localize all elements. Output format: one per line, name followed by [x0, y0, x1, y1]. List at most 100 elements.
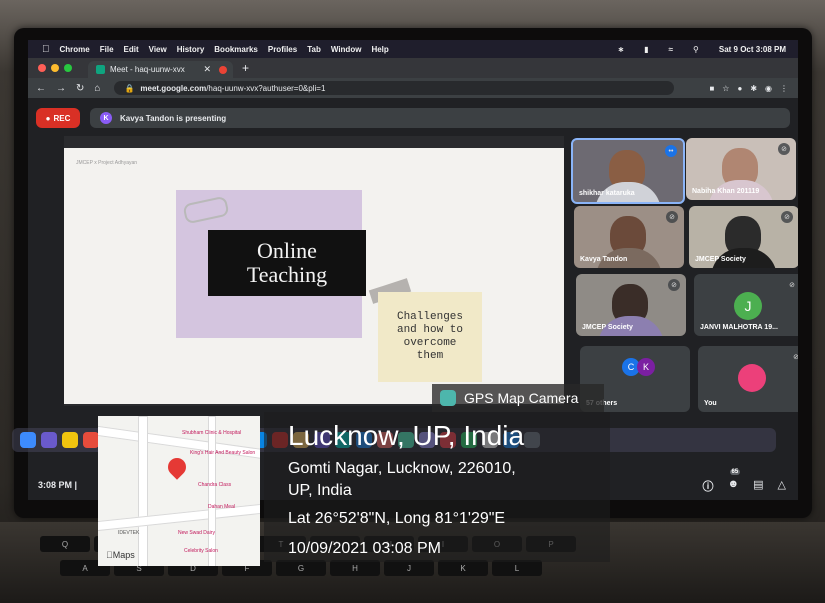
menu-profiles[interactable]: Profiles	[268, 45, 297, 54]
bluetooth-icon[interactable]: ∗	[618, 45, 625, 54]
gps-app-name: GPS Map Camera	[464, 390, 579, 406]
mic-off-icon: ⊘	[778, 143, 790, 155]
participant-name: JMCEP Society	[695, 256, 746, 263]
finder-icon[interactable]	[20, 432, 36, 448]
menu-bookmarks[interactable]: Bookmarks	[214, 45, 258, 54]
minimize-window-button[interactable]	[51, 64, 59, 72]
maps-logo: Maps	[106, 550, 135, 560]
people-icon[interactable]: ☻ 65	[728, 469, 741, 494]
zoom-window-button[interactable]	[64, 64, 72, 72]
wifi-icon[interactable]: ≈	[669, 45, 673, 54]
location-pin-icon	[164, 454, 190, 480]
slide-tag: JMCEP x Project Adhyayan	[76, 160, 138, 166]
menu-edit[interactable]: Edit	[124, 45, 139, 54]
reload-icon[interactable]: ↻	[76, 83, 84, 94]
battery-icon[interactable]: ▮	[644, 45, 648, 54]
record-dot-icon: ●	[45, 113, 51, 123]
key-j: J	[384, 560, 434, 576]
participant-avatar: K	[637, 358, 655, 376]
chat-icon[interactable]: ▤	[753, 478, 763, 494]
key-h: H	[330, 560, 380, 576]
presenting-text: Kavya Tandon is presenting	[120, 113, 227, 123]
participant-tile[interactable]: ⊘ JMCEP Society	[576, 274, 686, 336]
map-road	[138, 416, 148, 566]
key-q: Q	[40, 536, 90, 552]
people-count: 65	[729, 469, 741, 475]
bookmark-star-icon[interactable]: ☆	[722, 84, 729, 93]
menu-tab[interactable]: Tab	[307, 45, 321, 54]
key-l: L	[492, 560, 542, 576]
address-bar[interactable]: 🔒 meet.google.com /haq-uunw-xvx?authuser…	[114, 81, 675, 95]
presenting-banner: K Kavya Tandon is presenting	[90, 108, 790, 128]
home-icon[interactable]: ⌂	[94, 83, 100, 94]
gps-address-line2: UP, India	[288, 482, 352, 499]
map-poi: Celebrity Salon	[184, 548, 218, 554]
browser-toolbar: ← → ↻ ⌂ 🔒 meet.google.com /haq-uunw-xvx?…	[28, 78, 798, 98]
status-icons: ∗ ▮ ≈ ⚲ Sat 9 Oct 3:08 PM	[608, 45, 787, 54]
self-tile[interactable]: ⊘ You	[698, 346, 798, 412]
extension-icons: ■ ☆ ● ✱ ◉ ⋮	[709, 84, 788, 93]
gps-timestamp: 10/09/2021 03:08 PM	[288, 540, 442, 557]
new-tab-button[interactable]: +	[242, 61, 249, 75]
gps-app-label: GPS Map Camera	[432, 384, 604, 412]
map-poi: IDEVTEK	[118, 530, 140, 536]
recording-badge[interactable]: ● REC	[36, 108, 80, 128]
menu-view[interactable]: View	[149, 45, 167, 54]
close-tab-icon[interactable]: ✕	[203, 64, 211, 75]
profile-icon[interactable]: ◉	[765, 84, 772, 93]
activities-icon[interactable]: △	[778, 478, 786, 494]
gps-coordinates: Lat 26°52'8"N, Long 81°1'29"E	[288, 510, 506, 527]
recording-indicator-icon	[219, 65, 227, 74]
launchpad-icon[interactable]	[41, 432, 57, 448]
tab-strip: Meet - haq-uunw-xvx ✕ +	[28, 58, 798, 78]
participant-tile[interactable]: •• shikhar kataruka	[571, 138, 685, 204]
mic-off-icon: ⊘	[790, 351, 798, 363]
participant-name: shikhar kataruka	[579, 190, 635, 197]
presentation-area: JMCEP x Project Adhyayan Online Teaching…	[64, 136, 564, 406]
slide-title-line2: Teaching	[246, 262, 328, 287]
lock-icon[interactable]: 🔒	[124, 84, 134, 93]
note-line: Challenges	[396, 311, 463, 323]
meet-right-controls: ⓘ ☻ 65 ▤ △	[703, 469, 786, 494]
apple-icon[interactable]: 	[42, 44, 50, 55]
participant-name: JANVI MALHOTRA 19...	[700, 324, 778, 331]
participant-tile[interactable]: J ⊘ JANVI MALHOTRA 19...	[694, 274, 798, 336]
participant-name: Kavya Tandon	[580, 256, 628, 263]
extension-icon[interactable]: ●	[737, 84, 742, 93]
info-icon[interactable]: ⓘ	[703, 478, 714, 494]
forward-icon[interactable]: →	[56, 83, 66, 94]
gps-address-line1: Gomti Nagar, Lucknow, 226010,	[288, 460, 516, 477]
back-icon[interactable]: ←	[36, 83, 46, 94]
menu-app-name[interactable]: Chrome	[60, 45, 90, 54]
tab-meet[interactable]: Meet - haq-uunw-xvx ✕	[88, 61, 233, 78]
speaking-indicator-icon: ••	[665, 145, 677, 157]
camera-icon[interactable]: ■	[709, 84, 714, 93]
tab-title: Meet - haq-uunw-xvx	[110, 65, 185, 74]
notes-icon[interactable]	[62, 432, 78, 448]
kebab-menu-icon[interactable]: ⋮	[780, 84, 788, 93]
mic-off-icon: ⊘	[781, 211, 793, 223]
menu-file[interactable]: File	[100, 45, 114, 54]
mic-off-icon: ⊘	[666, 211, 678, 223]
menubar-datetime[interactable]: Sat 9 Oct 3:08 PM	[719, 45, 786, 54]
menu-history[interactable]: History	[177, 45, 205, 54]
participant-name: JMCEP Society	[582, 324, 633, 331]
search-icon[interactable]: ⚲	[693, 45, 699, 54]
menu-window[interactable]: Window	[331, 45, 362, 54]
participant-avatar: J	[734, 292, 762, 320]
participant-tile[interactable]: ⊘ JMCEP Society	[689, 206, 798, 268]
url-path: /haq-uunw-xvx?authuser=0&pli=1	[206, 83, 326, 93]
participant-tile[interactable]: ⊘ Kavya Tandon	[574, 206, 684, 268]
map-poi: King's Hair And Beauty Salon	[190, 450, 256, 456]
window-controls	[38, 64, 72, 72]
app-icon[interactable]	[83, 432, 99, 448]
close-window-button[interactable]	[38, 64, 46, 72]
puzzle-icon[interactable]: ✱	[750, 84, 757, 93]
participant-tile[interactable]: ⊘ Nabiha Khan 201119	[686, 138, 796, 200]
gps-city: Lucknow, UP, India	[288, 420, 525, 451]
gps-camera-icon	[440, 390, 456, 406]
presenter-avatar: K	[100, 112, 112, 124]
menu-help[interactable]: Help	[371, 45, 388, 54]
note-line: overcome	[403, 337, 457, 349]
url-host: meet.google.com	[140, 83, 207, 93]
